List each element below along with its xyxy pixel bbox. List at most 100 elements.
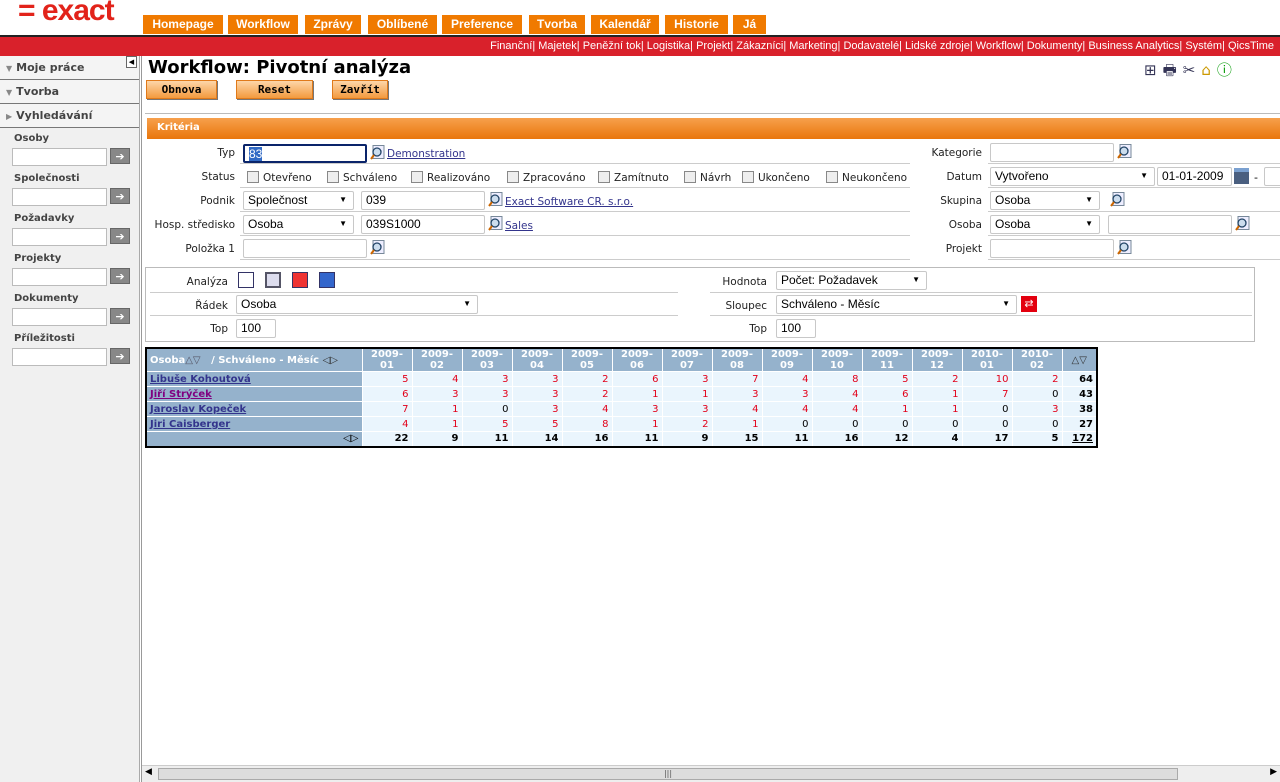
- arrow-right-icon[interactable]: ➔: [110, 188, 130, 204]
- table-selected-icon[interactable]: [265, 272, 281, 288]
- projekt-input[interactable]: [990, 239, 1114, 258]
- module-link[interactable]: Projekt: [696, 40, 730, 52]
- tools-icon[interactable]: ✂: [1183, 61, 1202, 79]
- status-checkbox[interactable]: Schváleno: [327, 171, 397, 184]
- datum-select[interactable]: Vytvořeno: [990, 167, 1155, 186]
- module-link[interactable]: Dokumenty: [1027, 40, 1083, 52]
- hierarchy-icon[interactable]: [292, 272, 308, 288]
- calendar-icon[interactable]: [1234, 168, 1249, 184]
- arrow-right-icon[interactable]: ➔: [110, 308, 130, 324]
- kategorie-input[interactable]: [990, 143, 1114, 162]
- sort-icon[interactable]: △▽: [185, 355, 200, 366]
- sidebar-search-input[interactable]: [12, 228, 107, 246]
- person-link[interactable]: Jiri Caisberger: [150, 419, 230, 430]
- tab-4[interactable]: Preference: [442, 15, 522, 34]
- lookup-icon[interactable]: [1235, 216, 1250, 231]
- hosp-link[interactable]: Sales: [505, 220, 533, 232]
- sidebar-search-input[interactable]: [12, 188, 107, 206]
- zavrit-button[interactable]: Zavřít: [332, 80, 388, 99]
- sort-icon[interactable]: △▽: [1061, 347, 1098, 372]
- status-checkbox[interactable]: Ukončeno: [742, 171, 810, 184]
- podnik-link[interactable]: Exact Software CR. s.r.o.: [505, 196, 633, 208]
- tab-0[interactable]: Homepage: [143, 15, 223, 34]
- hodnota-select[interactable]: Počet: Požadavek: [776, 271, 927, 290]
- arrow-right-icon[interactable]: ➔: [110, 228, 130, 244]
- horizontal-scrollbar[interactable]: ◀ ||| ▶: [142, 765, 1280, 782]
- lookup-icon[interactable]: [1117, 144, 1132, 159]
- status-checkbox[interactable]: Otevřeno: [247, 171, 312, 184]
- top-input[interactable]: 100: [236, 319, 276, 338]
- skupina-select[interactable]: Osoba: [990, 191, 1100, 210]
- status-checkbox[interactable]: Realizováno: [411, 171, 490, 184]
- lookup-icon[interactable]: [488, 216, 503, 231]
- hosp-input[interactable]: 039S1000: [361, 215, 485, 234]
- module-link[interactable]: Finanční: [490, 40, 532, 52]
- home-star-icon[interactable]: ⌂: [1201, 61, 1217, 79]
- person-link[interactable]: Jaroslav Kopeček: [150, 404, 246, 415]
- sidebar-search-input[interactable]: [12, 348, 107, 366]
- module-link[interactable]: QicsTime: [1228, 40, 1274, 52]
- module-link[interactable]: Marketing: [789, 40, 837, 52]
- sidebar-search-input[interactable]: [12, 308, 107, 326]
- module-link[interactable]: Systém: [1185, 40, 1222, 52]
- bar-chart-icon[interactable]: [319, 272, 335, 288]
- top2-input[interactable]: 100: [776, 319, 816, 338]
- tab-6[interactable]: Kalendář: [591, 15, 659, 34]
- grand-total[interactable]: 172: [1061, 431, 1098, 447]
- tab-8[interactable]: Já: [733, 15, 766, 34]
- module-link[interactable]: Business Analytics: [1088, 40, 1179, 52]
- status-checkbox[interactable]: Zamítnuto: [598, 171, 669, 184]
- lookup-icon[interactable]: [488, 192, 503, 207]
- add-favorite-icon[interactable]: ⊞: [1144, 61, 1163, 79]
- sidebar-search-input[interactable]: [12, 148, 107, 166]
- module-link[interactable]: Logistika: [647, 40, 690, 52]
- lookup-icon[interactable]: [1117, 240, 1132, 255]
- person-link[interactable]: Libuše Kohoutová: [150, 374, 251, 385]
- lookup-icon[interactable]: [370, 240, 385, 255]
- status-checkbox[interactable]: Zpracováno: [507, 171, 586, 184]
- scrollbar-thumb[interactable]: |||: [158, 768, 1178, 780]
- sidebar-section[interactable]: ▼ Moje práce: [0, 56, 139, 80]
- module-link[interactable]: Peněžní tok: [583, 40, 641, 52]
- scroll-right-icon[interactable]: ▶: [1270, 767, 1277, 777]
- arrow-right-icon[interactable]: ➔: [110, 348, 130, 364]
- module-link[interactable]: Zákazníci: [736, 40, 783, 52]
- module-link[interactable]: Lidské zdroje: [905, 40, 970, 52]
- hosp-select[interactable]: Osoba: [243, 215, 354, 234]
- swap-icon[interactable]: ⇄: [1021, 296, 1037, 312]
- module-link[interactable]: Workflow: [976, 40, 1021, 52]
- sidebar-section[interactable]: ▼ Tvorba: [0, 80, 139, 104]
- radek-select[interactable]: Osoba: [236, 295, 478, 314]
- scroll-left-icon[interactable]: ◀: [145, 767, 152, 777]
- help-icon[interactable]: ⓘ: [1217, 61, 1238, 79]
- tab-7[interactable]: Historie: [665, 15, 728, 34]
- status-checkbox[interactable]: Neukončeno: [826, 171, 907, 184]
- sidebar-section[interactable]: ▶ Vyhledávání: [0, 104, 139, 128]
- datum-from-input[interactable]: 01-01-2009: [1157, 167, 1232, 186]
- arrow-right-icon[interactable]: ➔: [110, 148, 130, 164]
- tab-1[interactable]: Workflow: [228, 15, 298, 34]
- typ-link[interactable]: Demonstration: [387, 148, 465, 160]
- arrow-right-icon[interactable]: ➔: [110, 268, 130, 284]
- print-icon[interactable]: 🖶: [1163, 61, 1183, 79]
- scroll-columns-icon[interactable]: ◁▷: [323, 355, 338, 366]
- obnova-button[interactable]: Obnova: [146, 80, 217, 99]
- status-checkbox[interactable]: Návrh: [684, 171, 731, 184]
- reset-button[interactable]: Reset: [236, 80, 313, 99]
- table-icon[interactable]: [238, 272, 254, 288]
- podnik-input[interactable]: 039: [361, 191, 485, 210]
- podnik-select[interactable]: Společnost: [243, 191, 354, 210]
- polozka-input[interactable]: [243, 239, 367, 258]
- sidebar-search-input[interactable]: [12, 268, 107, 286]
- tab-3[interactable]: Oblíbené: [368, 15, 437, 34]
- osoba-select[interactable]: Osoba: [990, 215, 1100, 234]
- person-link[interactable]: Jiří Strýček: [150, 389, 212, 400]
- scroll-rows-icon[interactable]: ◁▷: [145, 431, 363, 447]
- datum-to-input[interactable]: [1264, 167, 1280, 186]
- tab-2[interactable]: Zprávy: [305, 15, 361, 34]
- collapse-sidebar-icon[interactable]: ◀: [126, 56, 137, 68]
- sloupec-select[interactable]: Schváleno - Měsíc: [776, 295, 1017, 314]
- lookup-icon[interactable]: [1110, 192, 1125, 207]
- module-link[interactable]: Majetek: [538, 40, 577, 52]
- lookup-icon[interactable]: [370, 145, 385, 160]
